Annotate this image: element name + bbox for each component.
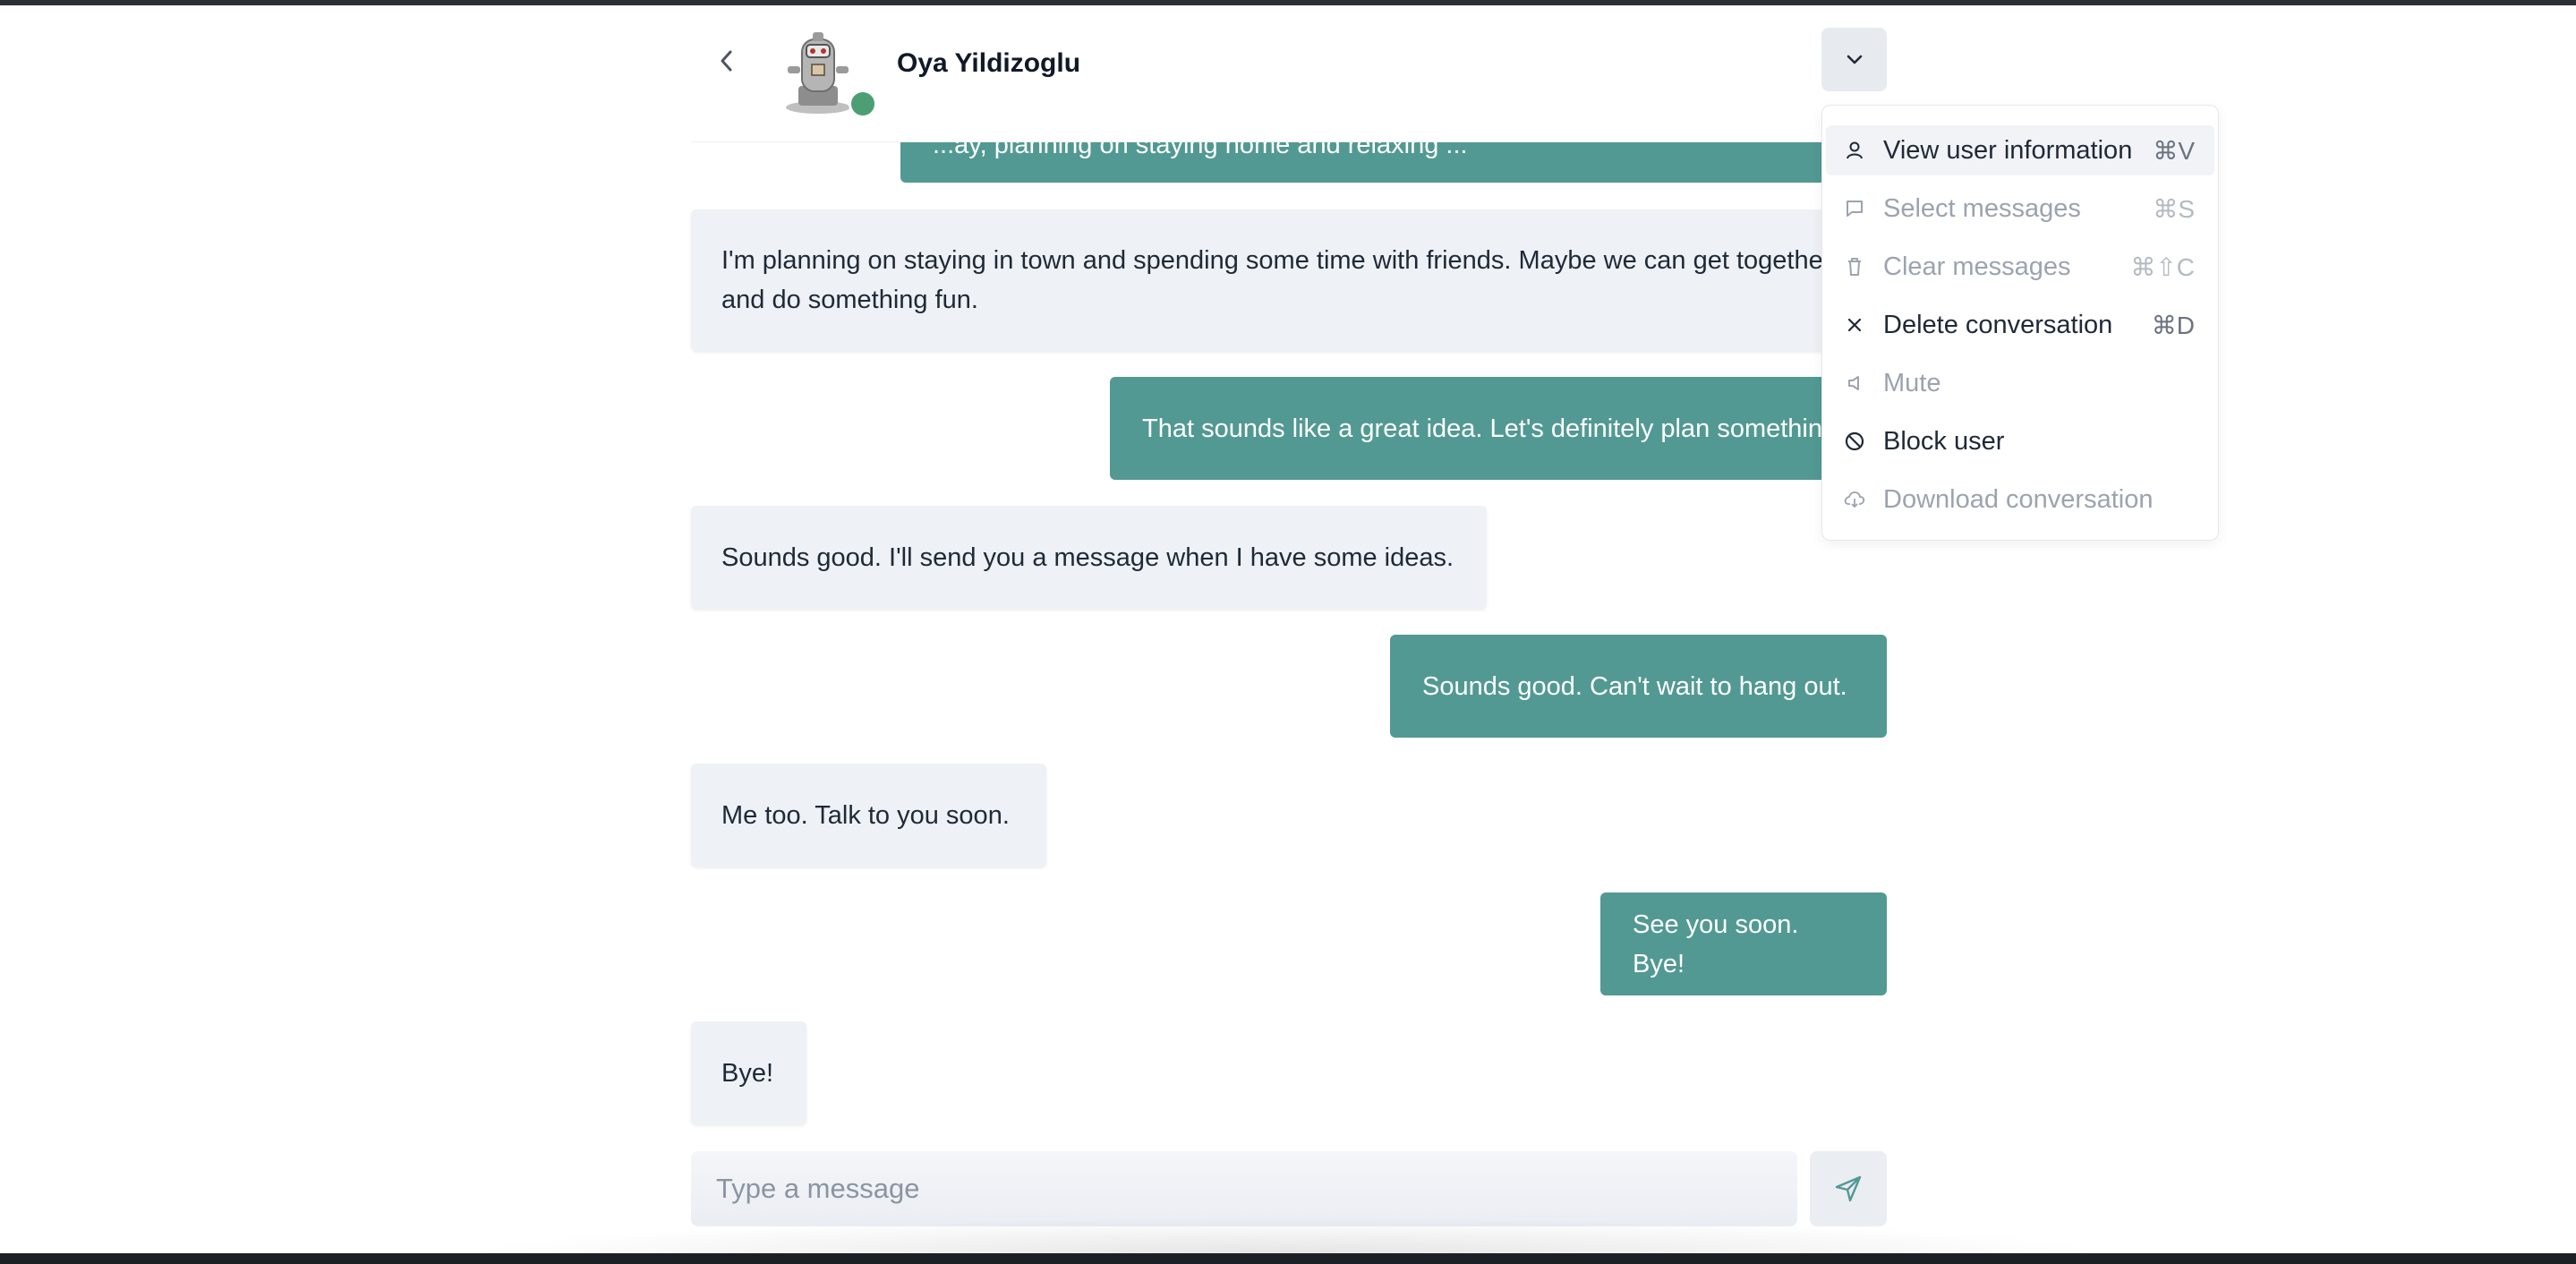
user-icon — [1826, 140, 1883, 161]
message-incoming: Me too. Talk to you soon. — [691, 764, 1046, 867]
send-icon — [1835, 1175, 1862, 1202]
message-text: Sounds good. I'll send you a message whe… — [721, 542, 1454, 572]
menu-item-label: Download conversation — [1883, 484, 2154, 514]
speaker-icon — [1826, 374, 1883, 392]
message-text: That sounds like a great idea. Let's def… — [1142, 414, 1845, 443]
conversation-menu: View user information ⌘V Select messages… — [1821, 105, 2219, 541]
menu-item-mute[interactable]: Mute — [1826, 358, 2214, 408]
chevron-left-icon — [721, 50, 732, 72]
menu-item-shortcut: ⌘V — [2153, 136, 2195, 165]
menu-item-shortcut: ⌘⇧C — [2130, 252, 2195, 281]
menu-item-download-conversation[interactable]: Download conversation — [1826, 474, 2214, 525]
message-incoming: Bye! — [691, 1021, 806, 1124]
back-button[interactable] — [709, 38, 745, 84]
menu-item-shortcut: ⌘S — [2153, 194, 2195, 223]
x-icon — [1826, 317, 1883, 333]
send-button[interactable] — [1810, 1151, 1887, 1226]
menu-item-label: Block user — [1883, 426, 2005, 456]
contact-name: Oya Yildizoglu — [897, 48, 1081, 78]
trash-icon — [1826, 257, 1883, 277]
menu-item-view-user-information[interactable]: View user information ⌘V — [1826, 125, 2214, 175]
window-bottom-bar — [0, 1253, 2576, 1264]
menu-item-label: View user information — [1883, 135, 2133, 165]
message-incoming: Sounds good. I'll send you a message whe… — [691, 506, 1487, 609]
avatar[interactable] — [779, 30, 856, 116]
menu-item-label: Mute — [1883, 368, 1941, 397]
menu-item-block-user[interactable]: Block user — [1826, 416, 2214, 466]
menu-toggle-button[interactable] — [1821, 28, 1887, 91]
chevron-down-icon — [1847, 55, 1862, 64]
message-outgoing: Sounds good. Can't wait to hang out. — [1390, 635, 1887, 738]
menu-item-label: Delete conversation — [1883, 310, 2113, 339]
message-text: See you soon. Bye! — [1633, 910, 1799, 978]
message-outgoing: That sounds like a great idea. Let's def… — [1110, 377, 1887, 480]
menu-item-label: Select messages — [1883, 193, 2081, 223]
message-text: Me too. Talk to you soon. — [721, 800, 1010, 830]
menu-item-label: Clear messages — [1883, 252, 2071, 281]
online-status-indicator — [849, 90, 877, 118]
menu-item-select-messages[interactable]: Select messages ⌘S — [1826, 184, 2214, 234]
message-composer — [691, 1151, 1797, 1226]
message-text: I'm planning on staying in town and spen… — [721, 246, 1832, 314]
message-icon — [1826, 199, 1883, 218]
composer-shadow — [465, 1217, 2112, 1253]
message-text: Bye! — [721, 1058, 774, 1088]
message-outgoing: See you soon. Bye! — [1600, 892, 1887, 995]
chat-header: Oya Yildizoglu — [691, 5, 1887, 142]
cloud-download-icon — [1826, 490, 1883, 509]
message-input[interactable] — [691, 1151, 1797, 1226]
block-icon — [1826, 431, 1883, 452]
menu-item-delete-conversation[interactable]: Delete conversation ⌘D — [1826, 300, 2214, 350]
message-text: Sounds good. Can't wait to hang out. — [1422, 671, 1847, 701]
menu-item-shortcut: ⌘D — [2151, 311, 2195, 339]
menu-item-clear-messages[interactable]: Clear messages ⌘⇧C — [1826, 242, 2214, 292]
message-incoming: I'm planning on staying in town and spen… — [691, 209, 1887, 351]
